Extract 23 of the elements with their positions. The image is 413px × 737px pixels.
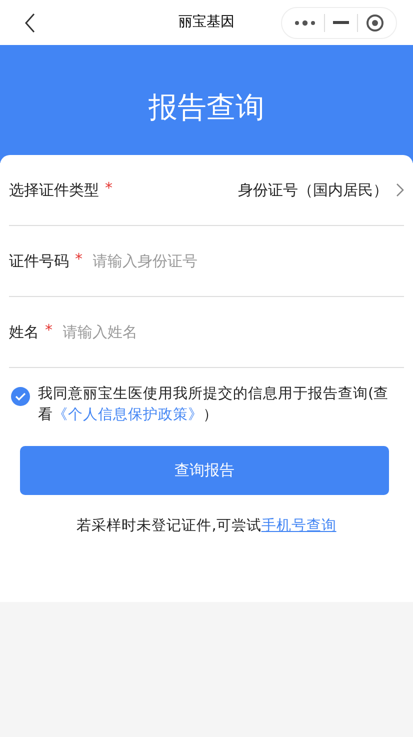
window-title: 丽宝基因 [178, 13, 234, 32]
required-mark: * [75, 249, 82, 270]
field-label: 证件号码 [9, 250, 69, 272]
close-icon[interactable] [366, 14, 384, 32]
consent-checkbox[interactable] [11, 387, 30, 406]
consent-text: 我同意丽宝生医使用我所提交的信息用于报告查询(查看《个人信息保护政策》） [38, 384, 390, 425]
field-label: 姓名 [9, 322, 39, 343]
field-label: 选择证件类型 [9, 180, 99, 201]
required-mark: * [105, 178, 112, 199]
minimize-icon[interactable] [333, 20, 349, 24]
more-icon[interactable] [294, 20, 316, 26]
phone-query-link[interactable]: 手机号查询 [261, 518, 336, 534]
query-report-button[interactable]: 查询报告 [20, 446, 389, 495]
input-field[interactable]: 请输入身份证号 [92, 250, 404, 272]
id-type-select[interactable]: 身份证号（国内居民） [238, 178, 404, 202]
hint-text: 若采样时未登记证件,可尝试手机号查询 [76, 516, 338, 536]
input-field[interactable]: 请输入姓名 [62, 320, 404, 344]
back-icon[interactable] [24, 12, 36, 32]
page-title: 报告查询 [148, 89, 264, 126]
privacy-policy-link[interactable]: 《个人信息保护政策》 [53, 407, 203, 423]
required-mark: * [45, 320, 52, 341]
check-icon [15, 392, 26, 401]
chevron-right-icon [396, 183, 404, 197]
